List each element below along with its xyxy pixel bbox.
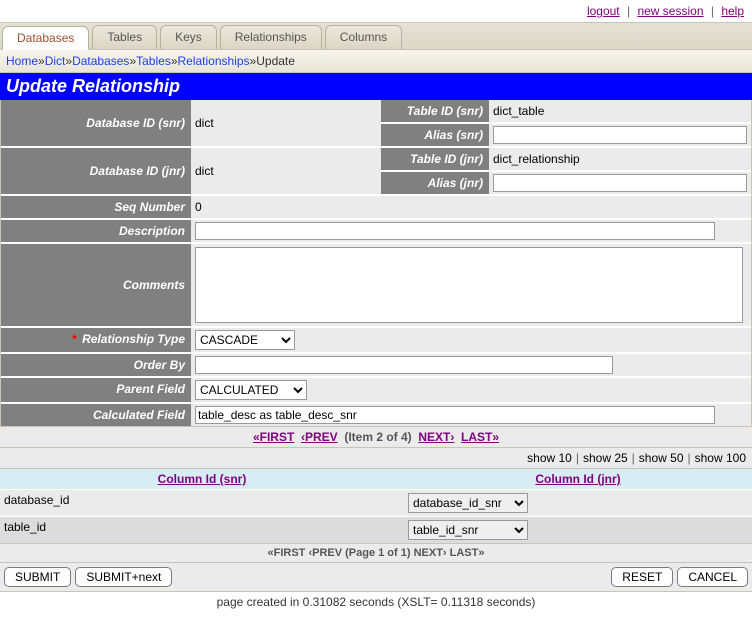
- input-desc[interactable]: [195, 222, 715, 240]
- label-alias-snr: Alias (snr): [381, 124, 489, 146]
- grid-select-jnr-0[interactable]: database_id_snr: [408, 493, 528, 513]
- label-db-snr: Database ID (snr): [1, 100, 191, 146]
- pager-first[interactable]: «FIRST: [253, 430, 294, 444]
- show-bar: show 10|show 25|show 50|show 100: [0, 447, 752, 469]
- pager-last[interactable]: LAST»: [461, 430, 499, 444]
- tab-tables[interactable]: Tables: [92, 25, 157, 49]
- value-db-jnr: dict: [191, 148, 381, 194]
- cancel-button[interactable]: CANCEL: [677, 567, 748, 587]
- form-area: Database ID (snr) dict Table ID (snr) di…: [0, 100, 752, 426]
- grid-select-jnr-1[interactable]: table_id_snr: [408, 520, 528, 540]
- label-table-snr: Table ID (snr): [381, 100, 489, 122]
- show-50[interactable]: show 50: [639, 451, 684, 465]
- label-orderby: Order By: [1, 354, 191, 376]
- logout-link[interactable]: logout: [587, 4, 620, 18]
- footer-status: page created in 0.31082 seconds (XSLT= 0…: [0, 592, 752, 612]
- value-seq: 0: [191, 196, 751, 218]
- input-orderby[interactable]: [195, 356, 613, 374]
- crumb-dict[interactable]: Dict: [45, 54, 66, 68]
- tab-keys[interactable]: Keys: [160, 25, 217, 49]
- value-db-snr: dict: [191, 100, 381, 146]
- pager-top: «FIRST ‹PREV (Item 2 of 4) NEXT› LAST»: [0, 426, 752, 447]
- crumb-current: Update: [256, 54, 295, 68]
- button-bar: SUBMIT SUBMIT+next RESET CANCEL: [0, 562, 752, 592]
- label-desc: Description: [1, 220, 191, 242]
- tab-databases[interactable]: Databases: [2, 26, 89, 50]
- label-alias-jnr: Alias (jnr): [381, 172, 489, 194]
- crumb-tables[interactable]: Tables: [136, 54, 171, 68]
- value-table-jnr: dict_relationship: [489, 148, 751, 170]
- table-row: database_id database_id_snr: [0, 489, 752, 516]
- crumb-databases[interactable]: Databases: [72, 54, 129, 68]
- crumb-home[interactable]: Home: [6, 54, 38, 68]
- pager-item: (Item 2 of 4): [344, 430, 411, 444]
- tabs: Databases Tables Keys Relationships Colu…: [0, 22, 752, 50]
- grid-header: Column Id (snr) Column Id (jnr): [0, 469, 752, 489]
- select-reltype[interactable]: CASCADE: [195, 330, 295, 350]
- label-reltype: * Relationship Type: [1, 328, 191, 352]
- grid-cell-snr: table_id: [0, 517, 404, 543]
- label-seq: Seq Number: [1, 196, 191, 218]
- show-100[interactable]: show 100: [695, 451, 746, 465]
- grid-head-jnr[interactable]: Column Id (jnr): [535, 472, 620, 486]
- label-comments: Comments: [1, 244, 191, 326]
- submit-button[interactable]: SUBMIT: [4, 567, 71, 587]
- reset-button[interactable]: RESET: [611, 567, 673, 587]
- page-title: Update Relationship: [0, 73, 752, 100]
- label-parentfield: Parent Field: [1, 378, 191, 402]
- help-link[interactable]: help: [721, 4, 744, 18]
- new-session-link[interactable]: new session: [637, 4, 703, 18]
- pager-next[interactable]: NEXT›: [418, 430, 454, 444]
- show-25[interactable]: show 25: [583, 451, 628, 465]
- grid-head-snr[interactable]: Column Id (snr): [158, 472, 247, 486]
- input-calcfield[interactable]: [195, 406, 715, 424]
- input-alias-jnr[interactable]: [493, 174, 747, 192]
- select-parentfield[interactable]: CALCULATED: [195, 380, 307, 400]
- value-table-snr: dict_table: [489, 100, 751, 122]
- top-links: logout | new session | help: [0, 0, 752, 22]
- input-comments[interactable]: [195, 247, 743, 323]
- show-10[interactable]: show 10: [527, 451, 572, 465]
- table-row: table_id table_id_snr: [0, 516, 752, 543]
- tab-relationships[interactable]: Relationships: [220, 25, 322, 49]
- breadcrumb: Home»Dict»Databases»Tables»Relationships…: [0, 50, 752, 73]
- input-alias-snr[interactable]: [493, 126, 747, 144]
- label-db-jnr: Database ID (jnr): [1, 148, 191, 194]
- tab-columns[interactable]: Columns: [325, 25, 402, 49]
- grid-cell-snr: database_id: [0, 490, 404, 516]
- crumb-relationships[interactable]: Relationships: [178, 54, 250, 68]
- label-table-jnr: Table ID (jnr): [381, 148, 489, 170]
- pager-bottom: «FIRST ‹PREV (Page 1 of 1) NEXT› LAST»: [0, 543, 752, 562]
- pager-prev[interactable]: ‹PREV: [301, 430, 338, 444]
- submit-next-button[interactable]: SUBMIT+next: [75, 567, 172, 587]
- label-calcfield: Calculated Field: [1, 404, 191, 426]
